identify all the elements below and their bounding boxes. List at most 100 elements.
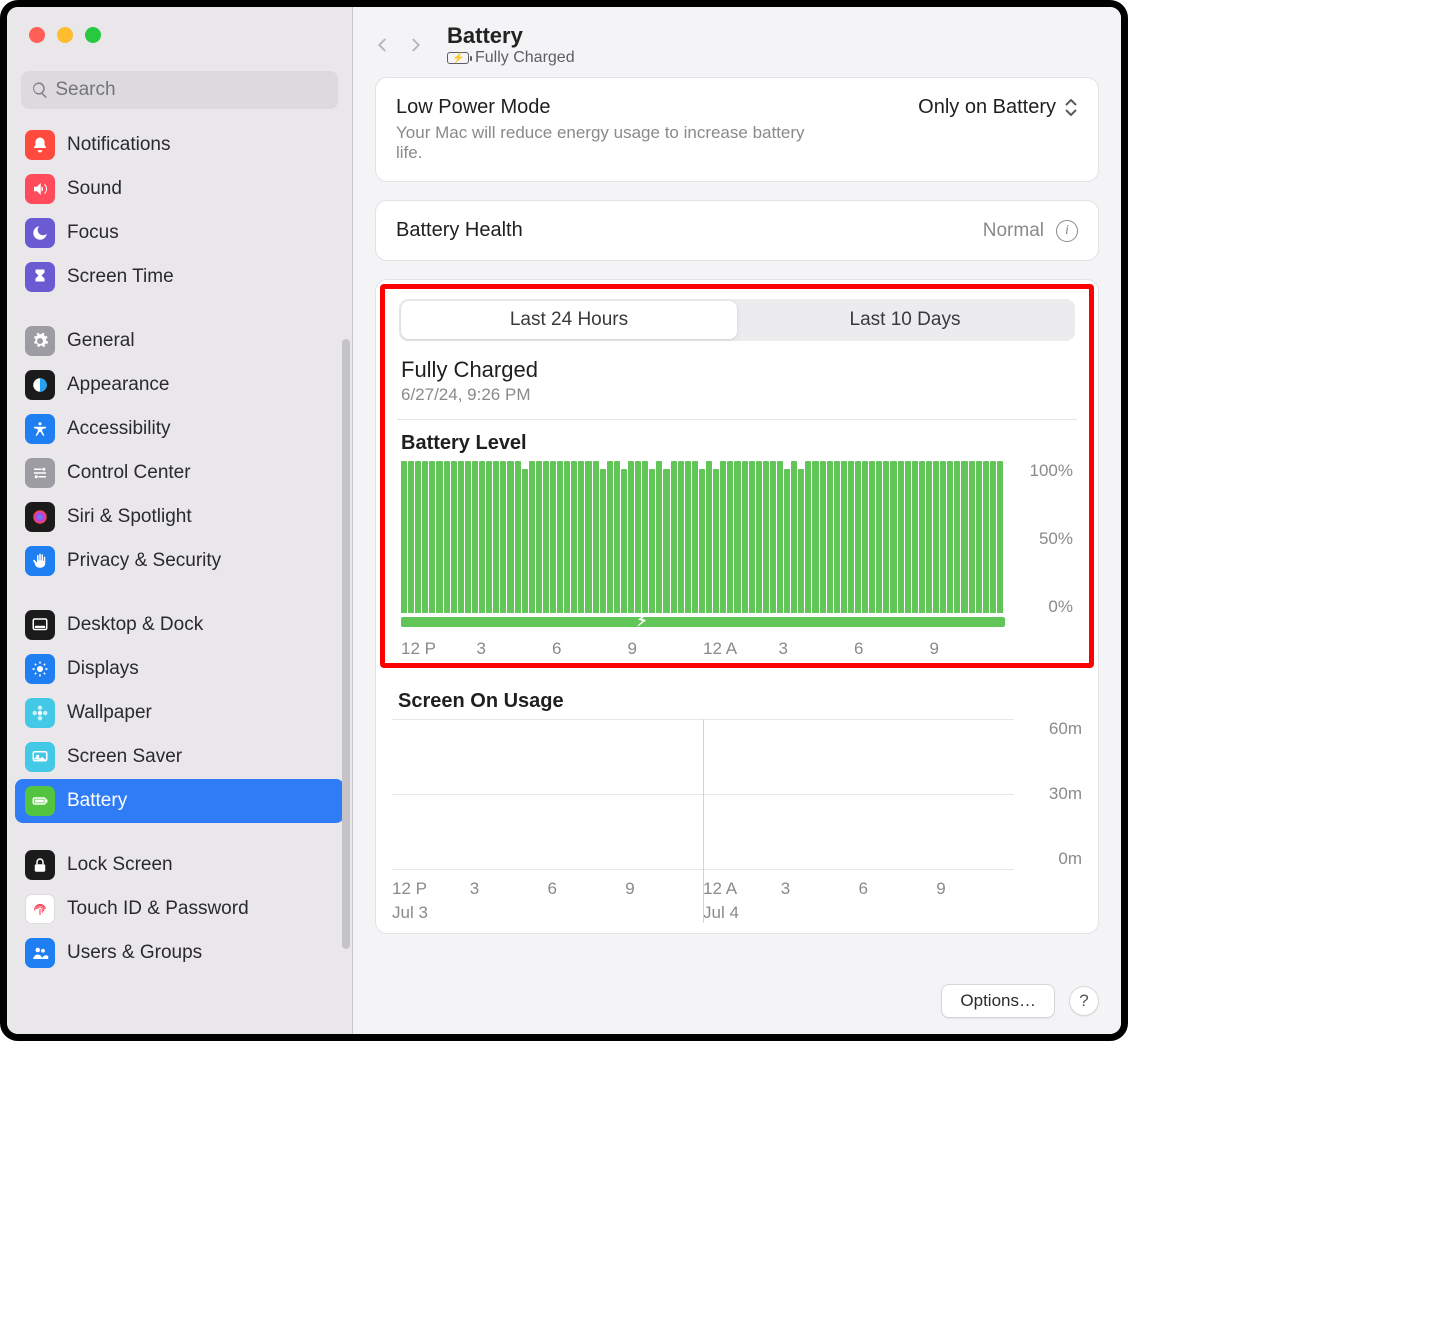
sidebar-item-appearance[interactable]: Appearance (15, 363, 344, 407)
battery-level-bar (621, 469, 627, 613)
close-window-button[interactable] (29, 27, 45, 43)
date-label: Jul 3 (392, 903, 470, 923)
sidebar-item-screen-saver[interactable]: Screen Saver (15, 735, 344, 779)
sidebar-item-label: Desktop & Dock (67, 614, 203, 636)
hand-icon (25, 546, 55, 576)
search-input[interactable] (55, 79, 328, 101)
battery-level-bar (649, 469, 655, 613)
x-tick: 9 (625, 879, 703, 899)
battery-level-bar (749, 461, 755, 613)
battery-level-bar (770, 461, 776, 613)
battery-level-bar (429, 461, 435, 613)
options-button[interactable]: Options… (941, 984, 1055, 1018)
battery-level-bar (827, 461, 833, 613)
sidebar-item-desktop-dock[interactable]: Desktop & Dock (15, 603, 344, 647)
date-label (859, 903, 937, 923)
x-tick: 6 (552, 639, 628, 659)
battery-level-bar (855, 461, 861, 613)
battery-level-bar (415, 461, 421, 613)
sidebar-item-sound[interactable]: Sound (15, 167, 344, 211)
flower-icon (25, 698, 55, 728)
fullscreen-window-button[interactable] (85, 27, 101, 43)
battery-level-bar (607, 461, 613, 613)
info-icon[interactable]: i (1056, 220, 1078, 242)
main-panel: Battery ⚡ Fully Charged Low Power Mode Y… (353, 7, 1121, 1034)
sidebar-item-control-center[interactable]: Control Center (15, 451, 344, 495)
battery-level-bar (862, 461, 868, 613)
forward-button[interactable] (401, 31, 429, 59)
sidebar-item-notifications[interactable]: Notifications (15, 123, 344, 167)
x-tick: 12 P (401, 639, 477, 659)
bolt-icon: ⚡︎ (637, 617, 648, 627)
search-icon (31, 80, 49, 100)
sliders-icon (25, 458, 55, 488)
date-label (548, 903, 626, 923)
battery-level-bar (550, 461, 556, 613)
usage-card: Last 24 Hours Last 10 Days Fully Charged… (375, 279, 1099, 934)
battery-health-value: Normal (983, 220, 1044, 242)
sidebar-item-label: Appearance (67, 374, 169, 396)
sidebar-item-label: Battery (67, 790, 127, 812)
tab-last-24-hours[interactable]: Last 24 Hours (401, 301, 737, 339)
battery-level-bar (493, 461, 499, 613)
battery-level-bar (422, 461, 428, 613)
date-label (936, 903, 1014, 923)
sidebar-item-displays[interactable]: Displays (15, 647, 344, 691)
sidebar-item-lock-screen[interactable]: Lock Screen (15, 843, 344, 887)
fingerprint-icon (25, 894, 55, 924)
x-tick: 12 A (703, 639, 779, 659)
battery-level-bar (663, 469, 669, 613)
sidebar-scrollbar[interactable] (342, 339, 350, 949)
siri-icon (25, 502, 55, 532)
minimize-window-button[interactable] (57, 27, 73, 43)
battery-level-bar (543, 461, 549, 613)
battery-level-bar (635, 461, 641, 613)
battery-level-bar (919, 461, 925, 613)
moon-icon (25, 218, 55, 248)
battery-level-bar (458, 461, 464, 613)
battery-level-bar (444, 461, 450, 613)
sidebar-item-battery[interactable]: Battery (15, 779, 344, 823)
sidebar-item-accessibility[interactable]: Accessibility (15, 407, 344, 451)
sidebar-item-privacy-security[interactable]: Privacy & Security (15, 539, 344, 583)
sidebar-item-wallpaper[interactable]: Wallpaper (15, 691, 344, 735)
sidebar-item-label: General (67, 330, 135, 352)
battery-level-bar (954, 461, 960, 613)
sidebar-item-screen-time[interactable]: Screen Time (15, 255, 344, 299)
battery-level-bar (593, 461, 599, 613)
highlighted-region: Last 24 Hours Last 10 Days Fully Charged… (380, 284, 1094, 668)
sidebar-item-users-groups[interactable]: Users & Groups (15, 931, 344, 975)
help-button[interactable]: ? (1069, 986, 1099, 1016)
gear-icon (25, 326, 55, 356)
battery-level-bar (912, 461, 918, 613)
sidebar-item-touch-id-password[interactable]: Touch ID & Password (15, 887, 344, 931)
low-power-mode-desc: Your Mac will reduce energy usage to inc… (396, 123, 826, 163)
battery-level-bar (961, 461, 967, 613)
low-power-mode-select[interactable]: Only on Battery (918, 96, 1078, 119)
sidebar-item-general[interactable]: General (15, 319, 344, 363)
sun-icon (25, 654, 55, 684)
sidebar-item-label: Privacy & Security (67, 550, 221, 572)
battery-level-bar (500, 461, 506, 613)
hourglass-icon (25, 262, 55, 292)
x-tick: 9 (936, 879, 1014, 899)
header: Battery ⚡ Fully Charged (353, 7, 1121, 77)
battery-level-bar (784, 469, 790, 613)
date-label (625, 903, 703, 923)
battery-level-bar (678, 461, 684, 613)
sidebar-item-siri-spotlight[interactable]: Siri & Spotlight (15, 495, 344, 539)
tab-last-10-days[interactable]: Last 10 Days (737, 301, 1073, 339)
battery-level-bar (805, 461, 811, 613)
battery-level-bar (763, 461, 769, 613)
battery-level-bar (997, 461, 1003, 613)
low-power-mode-row: Low Power Mode Your Mac will reduce ener… (375, 77, 1099, 182)
battery-health-row[interactable]: Battery Health Normal i (375, 200, 1099, 261)
sidebar-item-label: Siri & Spotlight (67, 506, 192, 528)
x-tick: 3 (470, 879, 548, 899)
search-field[interactable] (21, 71, 338, 109)
battery-level-bar (791, 461, 797, 613)
battery-icon (25, 786, 55, 816)
back-button[interactable] (369, 31, 397, 59)
sidebar-item-focus[interactable]: Focus (15, 211, 344, 255)
battery-level-bar (692, 461, 698, 613)
